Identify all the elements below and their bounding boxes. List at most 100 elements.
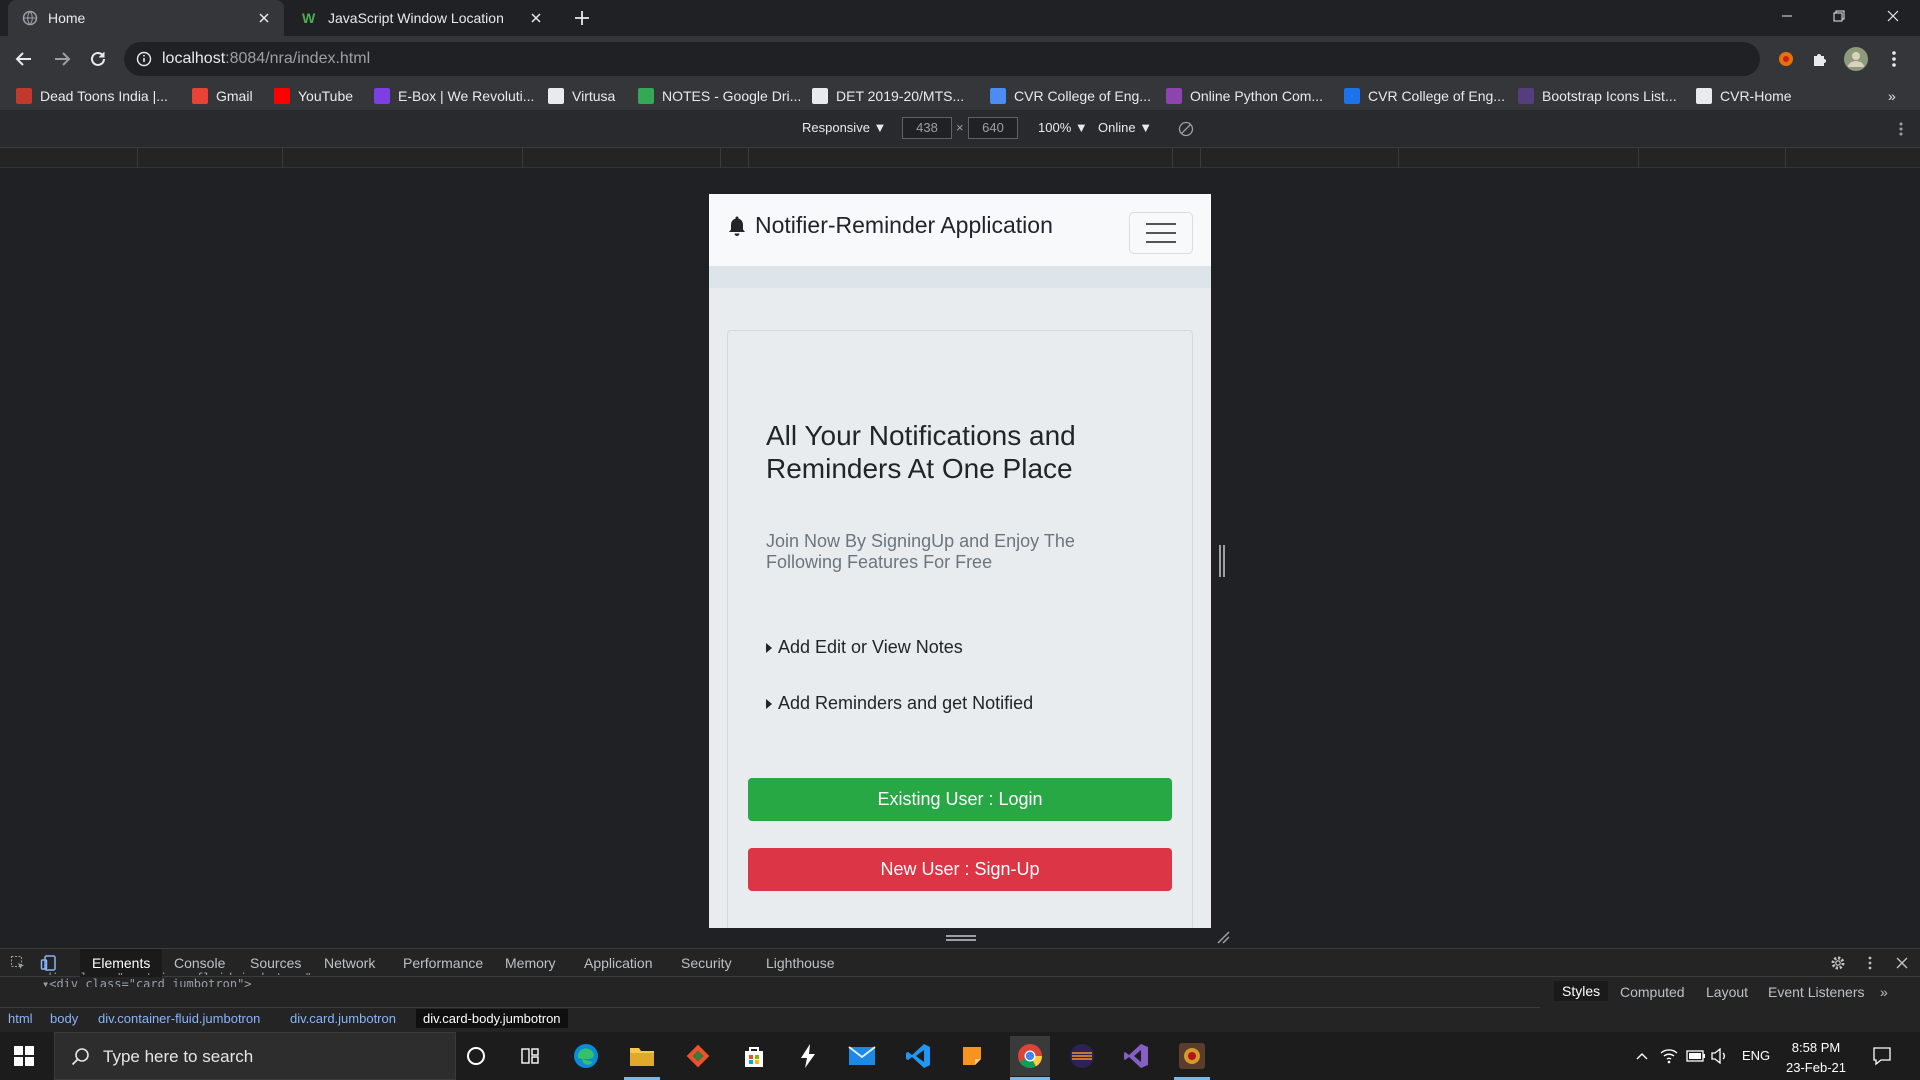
breadcrumb: html body div.container-fluid.jumbotron div… xyxy=(0,1007,1540,1031)
volume-icon[interactable] xyxy=(1710,1048,1728,1064)
brand[interactable]: Notifier-Reminder Application xyxy=(727,212,1053,239)
tab-strip: Home W JavaScript Window Location xyxy=(0,0,1920,36)
bookmark-item[interactable]: Gmail xyxy=(192,87,253,105)
close-devtools-icon[interactable] xyxy=(1896,957,1908,969)
extension-icon[interactable] xyxy=(1774,47,1798,71)
visual-studio-icon[interactable] xyxy=(1120,1040,1152,1072)
chrome-menu-icon[interactable] xyxy=(1882,47,1906,71)
devtools-tab[interactable]: Performance xyxy=(403,955,483,971)
styles-pane-tab[interactable]: Layout xyxy=(1706,984,1748,1000)
bookmark-item[interactable]: Online Python Com... xyxy=(1166,87,1323,105)
sticky-notes-icon[interactable] xyxy=(956,1040,988,1072)
devtools-tab[interactable]: Memory xyxy=(505,955,556,971)
close-tab-icon[interactable] xyxy=(254,8,274,28)
taskbar-search[interactable]: Type here to search xyxy=(54,1032,456,1080)
tab-javascript-window-location[interactable]: W JavaScript Window Location xyxy=(288,0,556,36)
zoom-select[interactable]: 100% ▼ xyxy=(1038,120,1088,135)
devtools-tab[interactable]: Network xyxy=(324,955,375,971)
bookmark-label: Virtusa xyxy=(572,88,616,104)
bookmark-item[interactable]: Dead Toons India |... xyxy=(16,87,168,105)
game-app-icon[interactable] xyxy=(1176,1040,1208,1072)
bookmark-item[interactable]: NOTES - Google Dri... xyxy=(638,87,801,105)
settings-gear-icon[interactable] xyxy=(1830,955,1846,971)
bookmark-label: CVR-Home xyxy=(1720,88,1792,104)
feature-label: Add Reminders and get Notified xyxy=(778,693,1034,713)
navbar-toggler-button[interactable] xyxy=(1129,212,1193,254)
login-button[interactable]: Existing User : Login xyxy=(748,778,1172,821)
cortana-icon[interactable] xyxy=(460,1040,492,1072)
breadcrumb-item[interactable]: div.container-fluid.jumbotron xyxy=(98,1011,260,1026)
eclipse-icon[interactable] xyxy=(1066,1040,1098,1072)
bookmark-item[interactable]: CVR College of Eng... xyxy=(990,87,1151,105)
reload-button[interactable] xyxy=(86,47,110,71)
breadcrumb-item[interactable]: div.card.jumbotron xyxy=(290,1011,396,1026)
bookmark-label: Online Python Com... xyxy=(1190,88,1324,104)
bookmark-item[interactable]: E-Box | We Revoluti... xyxy=(374,87,534,105)
devtools-tab[interactable]: Application xyxy=(584,955,653,971)
styles-pane-tab[interactable]: Styles xyxy=(1554,981,1609,1001)
new-tab-button[interactable] xyxy=(572,8,592,28)
devtools-tab[interactable]: Lighthouse xyxy=(766,955,835,971)
media-query-ruler xyxy=(0,148,1920,168)
battery-icon[interactable] xyxy=(1686,1049,1706,1063)
device-mode-select[interactable]: Responsive ▼ xyxy=(802,120,886,135)
url-path: :8084/nra/index.html xyxy=(225,50,371,67)
styles-pane-tab[interactable]: » xyxy=(1880,984,1888,1000)
forward-button[interactable] xyxy=(50,47,74,71)
restore-button[interactable] xyxy=(1816,0,1862,32)
tab-home[interactable]: Home xyxy=(8,0,284,36)
bookmark-label: E-Box | We Revoluti... xyxy=(398,88,535,104)
styles-pane-tab[interactable]: Event Listeners xyxy=(1768,984,1865,1000)
wifi-icon[interactable] xyxy=(1660,1048,1678,1064)
viewport-height-input[interactable]: 640 xyxy=(968,117,1018,139)
breadcrumb-item[interactable]: html xyxy=(8,1011,33,1026)
dom-line[interactable]: ▾<div class="card jumbotron"> xyxy=(30,975,319,987)
devtools-tab[interactable]: Security xyxy=(681,955,732,971)
git-icon[interactable] xyxy=(682,1040,714,1072)
back-button[interactable] xyxy=(12,47,36,71)
mail-icon[interactable] xyxy=(846,1040,878,1072)
minimize-button[interactable] xyxy=(1764,0,1810,32)
inspect-element-icon[interactable] xyxy=(10,955,26,971)
profile-avatar[interactable] xyxy=(1844,47,1868,71)
bookmark-item[interactable]: DET 2019-20/MTS... xyxy=(812,87,964,105)
signup-button[interactable]: New User : Sign-Up xyxy=(748,848,1172,891)
vscode-icon[interactable] xyxy=(902,1040,934,1072)
bookmark-item[interactable]: Bootstrap Icons List... xyxy=(1518,87,1677,105)
bell-icon xyxy=(729,216,745,236)
info-icon[interactable] xyxy=(136,51,152,67)
rotate-icon[interactable] xyxy=(1178,121,1194,137)
action-center-icon[interactable] xyxy=(1872,1046,1892,1066)
close-window-button[interactable] xyxy=(1870,0,1916,32)
styles-pane-tab[interactable]: Computed xyxy=(1620,984,1685,1000)
bookmark-item[interactable]: Virtusa xyxy=(548,87,615,105)
windows-start-icon[interactable] xyxy=(14,1046,34,1066)
resize-corner-icon[interactable] xyxy=(1216,930,1230,944)
bookmark-item[interactable]: YouTube xyxy=(274,87,353,105)
more-options-icon[interactable] xyxy=(1898,121,1904,137)
chrome-icon[interactable] xyxy=(1010,1036,1050,1076)
network-throttle-select[interactable]: Online ▼ xyxy=(1098,120,1152,135)
dom-tree[interactable]: ▾<div class="container-fluid jumbotron">… xyxy=(30,971,319,987)
breadcrumb-item[interactable]: body xyxy=(50,1011,78,1026)
more-bookmarks-icon[interactable]: » xyxy=(1888,87,1896,105)
viewport-width-input[interactable]: 438 xyxy=(902,117,952,139)
bookmark-item[interactable]: CVR College of Eng... xyxy=(1344,87,1505,105)
globe-icon xyxy=(22,10,38,26)
winscp-icon[interactable] xyxy=(792,1040,824,1072)
resize-handle-bottom[interactable] xyxy=(946,935,976,941)
devtools-menu-icon[interactable] xyxy=(1868,955,1872,971)
language-indicator[interactable]: ENG xyxy=(1742,1048,1770,1063)
puzzle-extensions-icon[interactable] xyxy=(1808,47,1832,71)
resize-handle-right[interactable] xyxy=(1219,545,1225,577)
address-bar[interactable]: localhost:8084/nra/index.html xyxy=(124,42,1760,76)
close-tab-icon[interactable] xyxy=(526,8,546,28)
clock[interactable]: 8:58 PM 23-Feb-21 xyxy=(1780,1038,1852,1078)
store-icon[interactable] xyxy=(738,1040,770,1072)
task-view-icon[interactable] xyxy=(514,1040,546,1072)
file-explorer-icon[interactable] xyxy=(626,1040,658,1072)
breadcrumb-item[interactable]: div.card-body.jumbotron xyxy=(416,1009,568,1028)
chevron-up-icon[interactable] xyxy=(1636,1050,1648,1062)
edge-icon[interactable] xyxy=(570,1040,602,1072)
bookmark-item[interactable]: CVR-Home xyxy=(1696,87,1792,105)
